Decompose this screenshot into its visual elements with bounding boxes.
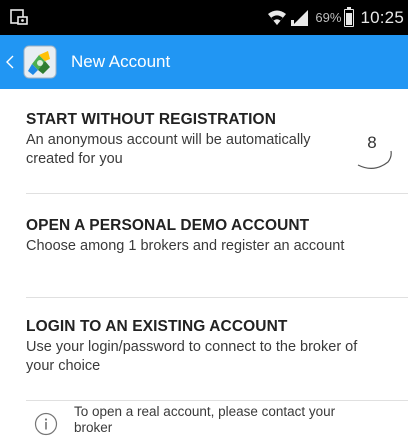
wifi-icon	[268, 10, 287, 25]
option-description: Use your login/password to connect to th…	[26, 339, 358, 374]
account-options-list: START WITHOUT REGISTRATION An anonymous …	[0, 89, 408, 401]
status-bar: 69% 10:25	[0, 0, 408, 35]
countdown-arc-icon	[357, 150, 392, 169]
option-description: Choose among 1 brokers and register an a…	[26, 238, 345, 254]
info-note: To open a real account, please contact y…	[0, 397, 408, 441]
battery-percent: 69%	[315, 10, 342, 25]
option-title: LOGIN TO AN EXISTING ACCOUNT	[26, 318, 288, 335]
signal-icon	[291, 9, 309, 26]
battery-icon	[344, 6, 355, 27]
option-login-existing-account[interactable]: LOGIN TO AN EXISTING ACCOUNT Use your lo…	[0, 298, 408, 400]
info-icon	[34, 412, 58, 436]
option-open-demo-account[interactable]: OPEN A PERSONAL DEMO ACCOUNT Choose amon…	[0, 194, 408, 297]
option-title: OPEN A PERSONAL DEMO ACCOUNT	[26, 217, 310, 234]
page-title: New Account	[71, 52, 171, 71]
info-text: To open a real account, please contact y…	[74, 404, 336, 435]
option-title: START WITHOUT REGISTRATION	[26, 111, 277, 128]
battery-level-fill	[346, 13, 353, 25]
option-description: An anonymous account will be automatical…	[26, 132, 311, 167]
status-bar-indicators: 69% 10:25	[267, 0, 404, 35]
app-logo-icon[interactable]	[23, 45, 57, 79]
clock: 10:25	[360, 7, 404, 27]
countdown-timer: 8	[354, 127, 398, 175]
app-bar: New Account	[0, 35, 408, 89]
back-chevron-icon[interactable]	[3, 50, 17, 74]
notification-icon	[10, 9, 28, 25]
option-start-without-registration[interactable]: START WITHOUT REGISTRATION An anonymous …	[0, 89, 408, 193]
